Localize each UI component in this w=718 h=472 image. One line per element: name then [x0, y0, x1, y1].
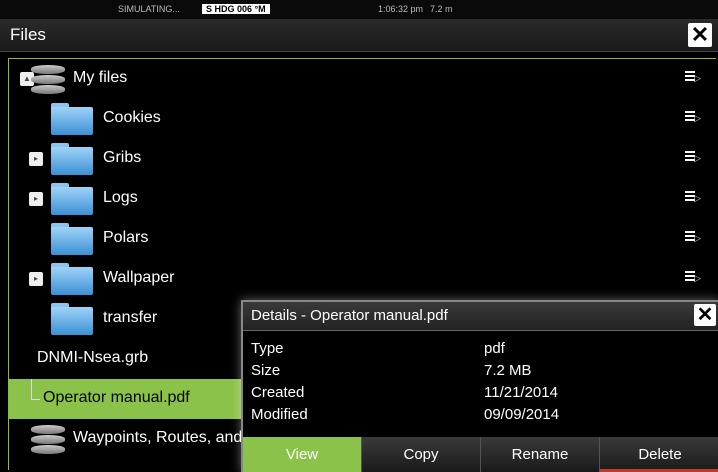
list-item-label: Polars	[103, 229, 149, 246]
detail-key: Size	[251, 362, 281, 379]
list-item[interactable]: ▸ Logs ▷	[9, 179, 709, 219]
list-item-label: Gribs	[103, 149, 142, 166]
detail-value: pdf	[484, 340, 505, 357]
clock: 1:06:32 pm	[378, 4, 424, 14]
rename-button[interactable]: Rename	[481, 437, 600, 472]
detail-key: Type	[251, 340, 284, 357]
list-item[interactable]: Cookies ▷	[9, 99, 709, 139]
detail-key: Modified	[251, 406, 308, 423]
root-label: My files	[73, 69, 128, 86]
folder-icon	[51, 303, 93, 335]
folder-icon	[51, 183, 93, 215]
dialog-title: Details - Operator manual.pdf	[251, 307, 448, 324]
window-titlebar: Files ✕	[0, 19, 718, 52]
file-label: DNMI-Nsea.grb	[37, 349, 149, 366]
delete-button[interactable]: Delete	[600, 437, 718, 472]
list-item-my-files[interactable]: ▲ My files ▷	[9, 59, 709, 99]
menu-icon[interactable]: ▷	[685, 71, 701, 85]
folder-icon	[51, 103, 93, 135]
close-button[interactable]: ✕	[688, 23, 712, 47]
expand-icon[interactable]: ▸	[29, 272, 43, 286]
detail-value: 7.2 MB	[484, 362, 532, 379]
simulating-status: SIMULATING...	[118, 4, 180, 14]
dialog-titlebar: Details - Operator manual.pdf ✕	[243, 302, 718, 331]
folder-icon	[51, 263, 93, 295]
database-icon	[31, 65, 65, 94]
detail-key: Created	[251, 384, 305, 401]
dialog-close-button[interactable]: ✕	[694, 304, 716, 326]
details-dialog: Details - Operator manual.pdf ✕ Type pdf…	[241, 300, 718, 472]
list-item[interactable]: ▸ Gribs ▷	[9, 139, 709, 179]
depth-readout: 7.2 m	[430, 4, 453, 14]
copy-button[interactable]: Copy	[362, 437, 481, 472]
tree-connector	[31, 379, 40, 400]
folder-icon	[51, 143, 93, 175]
waypoints-icon	[31, 425, 65, 454]
detail-value: 11/21/2014	[484, 384, 558, 401]
menu-icon[interactable]: ▷	[685, 231, 701, 245]
view-button[interactable]: View	[243, 437, 362, 472]
detail-value: 09/09/2014	[484, 406, 560, 423]
menu-icon[interactable]: ▷	[685, 111, 701, 125]
file-label: Operator manual.pdf	[43, 389, 190, 406]
expand-icon[interactable]: ▸	[29, 192, 43, 206]
list-item-label: transfer	[103, 309, 158, 326]
heading-readout: S HDG 006 °M	[202, 4, 270, 14]
menu-icon[interactable]: ▷	[685, 191, 701, 205]
folder-icon	[51, 223, 93, 255]
list-item-label: Cookies	[103, 109, 161, 126]
dialog-button-bar: View Copy Rename Delete	[243, 437, 718, 472]
menu-icon[interactable]: ▷	[685, 271, 701, 285]
window-title: Files	[10, 25, 46, 44]
expand-icon[interactable]: ▸	[29, 152, 43, 166]
list-item-label: Logs	[103, 189, 138, 206]
list-item[interactable]: ▸ Wallpaper ▷	[9, 259, 709, 299]
waypoints-label: Waypoints, Routes, and T	[73, 429, 257, 446]
delete-label: Delete	[638, 446, 682, 463]
status-bar: SIMULATING... S HDG 006 °M 1:06:32 pm 7.…	[0, 0, 718, 19]
list-item-label: Wallpaper	[103, 269, 175, 286]
menu-icon[interactable]: ▷	[685, 151, 701, 165]
list-item[interactable]: Polars ▷	[9, 219, 709, 259]
